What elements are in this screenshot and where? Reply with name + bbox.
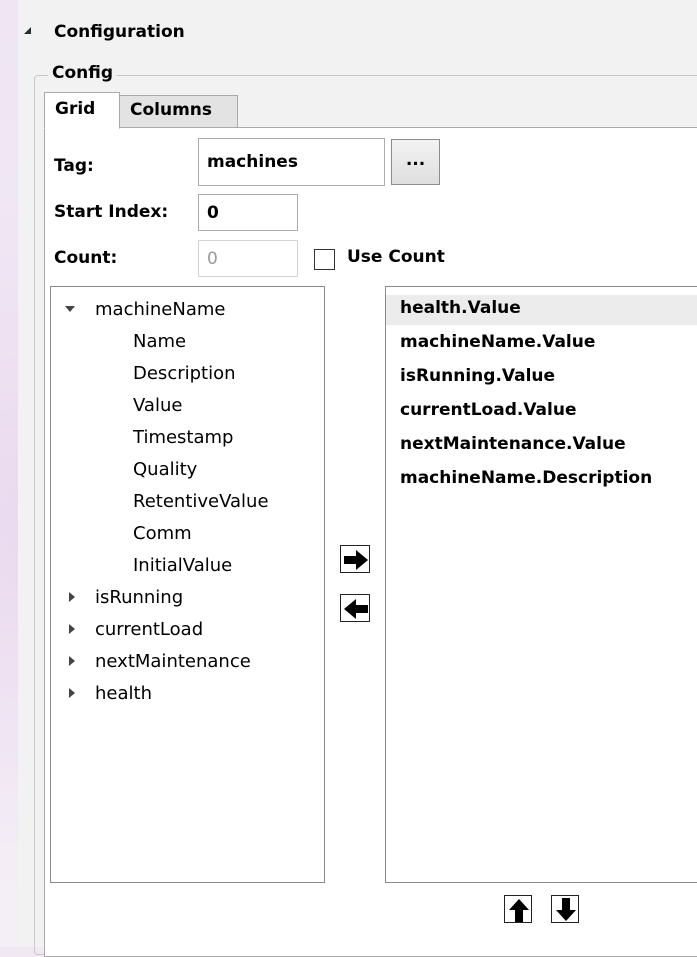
selected-columns-list[interactable]: health.Value machineName.Value isRunning… xyxy=(385,286,697,883)
list-item[interactable]: machineName.Description xyxy=(400,468,652,488)
collapsed-arrow-icon[interactable] xyxy=(69,656,75,666)
tab-columns[interactable]: Columns xyxy=(119,95,238,128)
tree-item-label: nextMaintenance xyxy=(95,651,251,672)
arrow-down-icon xyxy=(556,898,576,921)
add-column-button[interactable] xyxy=(340,545,370,573)
tree-child-retentivevalue[interactable]: RetentiveValue xyxy=(133,491,269,512)
list-item[interactable]: currentLoad.Value xyxy=(400,400,576,420)
tab-columns-label: Columns xyxy=(130,100,213,120)
move-down-button[interactable] xyxy=(551,895,579,923)
tree-item-label: machineName xyxy=(95,299,226,320)
remove-column-button[interactable] xyxy=(340,594,370,622)
use-count-checkbox[interactable] xyxy=(314,249,335,270)
tab-grid-label: Grid xyxy=(55,99,96,119)
tag-label: Tag: xyxy=(54,156,94,176)
groupbox-legend: Config xyxy=(48,63,118,83)
tree-child-name[interactable]: Name xyxy=(133,331,186,352)
list-item[interactable]: machineName.Value xyxy=(400,332,595,352)
tree-item-label: currentLoad xyxy=(95,619,204,640)
move-up-button[interactable] xyxy=(504,895,532,923)
use-count-label: Use Count xyxy=(347,247,445,267)
section-title: Configuration xyxy=(54,22,185,42)
triangle-collapse-icon[interactable] xyxy=(24,27,31,34)
arrow-up-icon xyxy=(509,899,529,922)
list-item[interactable]: nextMaintenance.Value xyxy=(400,434,626,454)
tab-grid[interactable]: Grid xyxy=(44,92,120,129)
browse-tag-button[interactable]: ... xyxy=(391,139,440,185)
tree-child-description[interactable]: Description xyxy=(133,363,236,384)
tree-child-comm[interactable]: Comm xyxy=(133,523,192,544)
browse-tag-button-label: ... xyxy=(405,150,426,170)
collapsed-arrow-icon[interactable] xyxy=(69,624,75,634)
tree-child-quality[interactable]: Quality xyxy=(133,459,197,480)
available-tags-tree[interactable]: machineName Name Description Value Times… xyxy=(50,286,325,883)
collapsed-arrow-icon[interactable] xyxy=(69,688,75,698)
collapsed-arrow-icon[interactable] xyxy=(69,592,75,602)
count-input[interactable]: 0 xyxy=(198,240,298,277)
list-item[interactable]: isRunning.Value xyxy=(400,366,555,386)
start-index-input[interactable]: 0 xyxy=(198,194,298,231)
start-index-label: Start Index: xyxy=(54,202,169,222)
list-item[interactable]: health.Value xyxy=(386,295,697,325)
tag-input[interactable]: machines xyxy=(198,138,385,186)
arrow-right-icon xyxy=(344,550,368,570)
count-label: Count: xyxy=(54,248,118,268)
tree-child-value[interactable]: Value xyxy=(133,395,182,416)
tree-item-label: health xyxy=(95,683,152,704)
expanded-arrow-icon[interactable] xyxy=(65,306,75,312)
tree-child-timestamp[interactable]: Timestamp xyxy=(133,427,233,448)
tree-item-label: isRunning xyxy=(95,587,184,608)
tree-child-initialvalue[interactable]: InitialValue xyxy=(133,555,232,576)
arrow-left-icon xyxy=(344,599,368,619)
